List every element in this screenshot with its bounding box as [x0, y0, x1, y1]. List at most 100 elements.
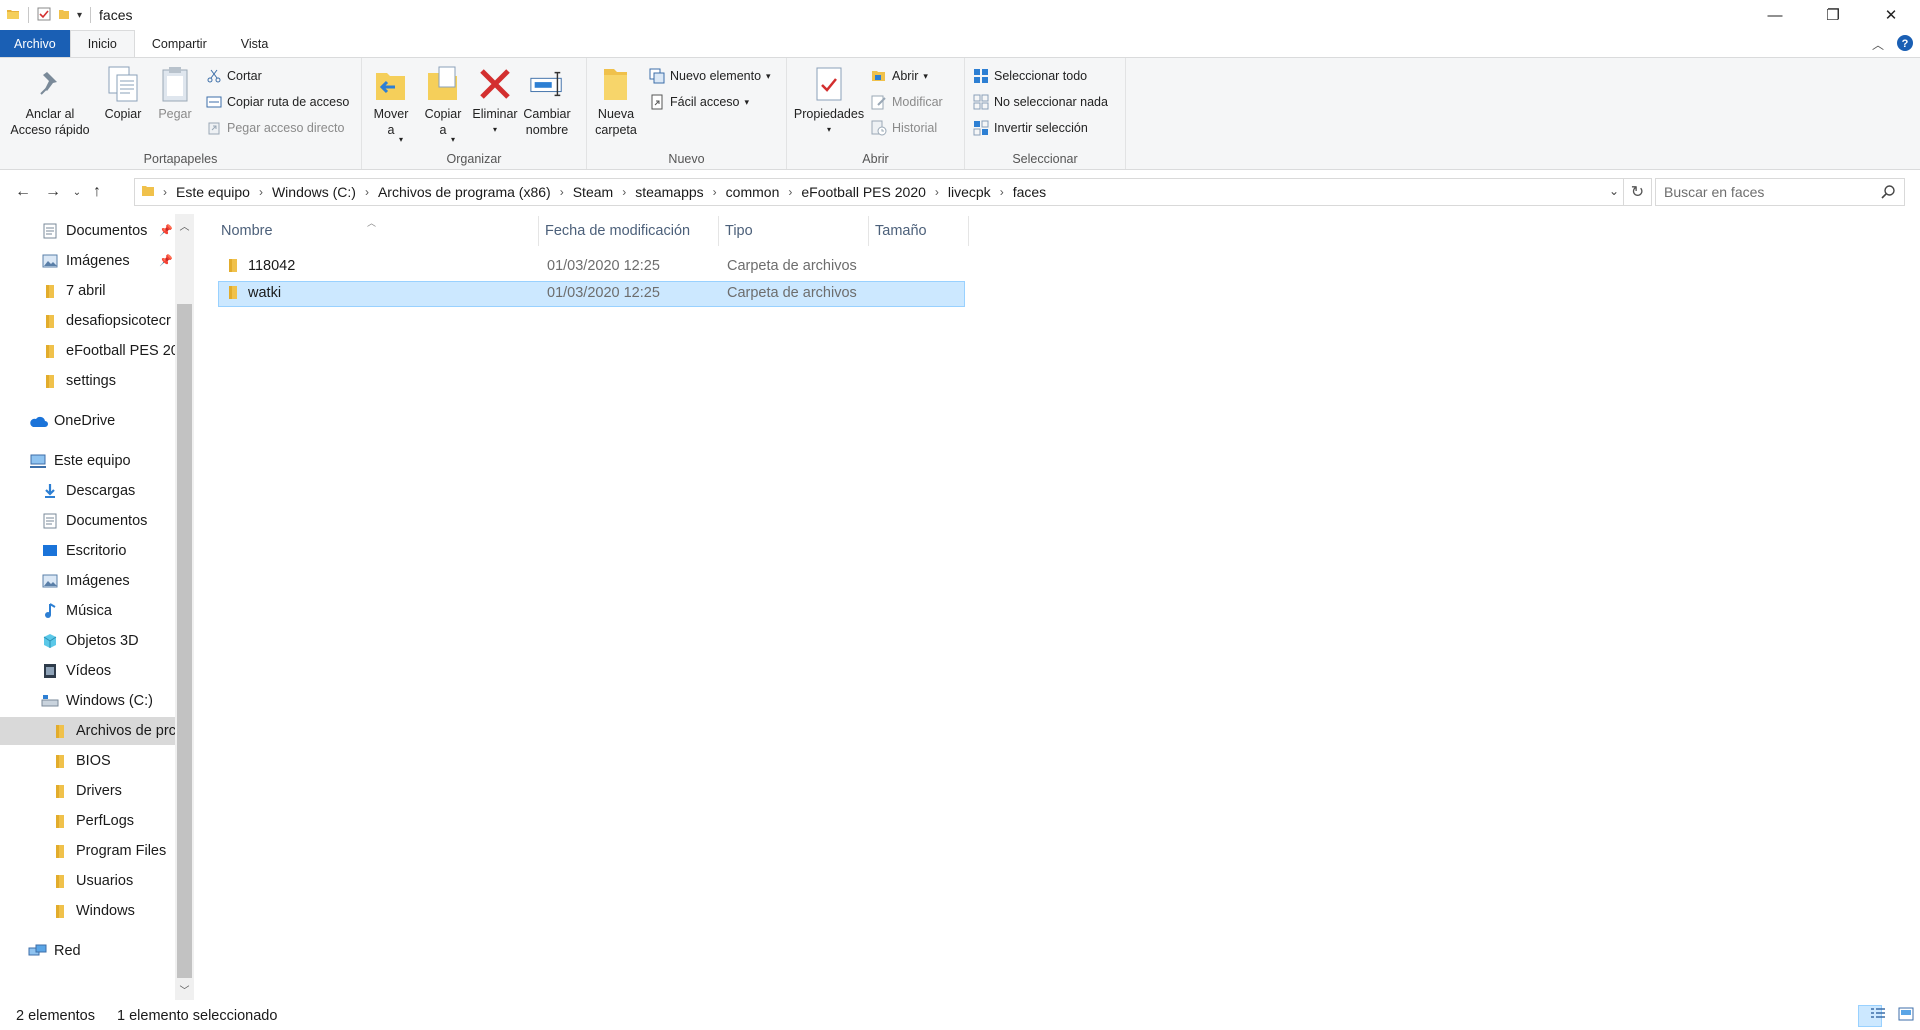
search-icon[interactable]: [1880, 184, 1896, 203]
tab-archivo[interactable]: Archivo: [0, 30, 70, 57]
tab-inicio[interactable]: Inicio: [69, 30, 135, 57]
refresh-button[interactable]: ↻: [1624, 178, 1652, 206]
nav-item-imagenes[interactable]: Imágenes: [0, 567, 175, 595]
nav-item-imagenes-quick[interactable]: Imágenes 📌: [0, 247, 175, 275]
pin-icon[interactable]: 📌: [159, 224, 173, 237]
new-item-icon: [649, 68, 665, 84]
nav-item-escritorio[interactable]: Escritorio: [0, 537, 175, 565]
nav-item-documentos[interactable]: Documentos: [0, 507, 175, 535]
open-label: Abrir: [892, 69, 919, 83]
select-none-button[interactable]: No seleccionar nada: [973, 91, 1108, 113]
up-button[interactable]: ↑: [86, 177, 108, 207]
copy-path-button[interactable]: Copiar ruta de acceso: [206, 91, 349, 113]
nav-item-bios[interactable]: BIOS: [0, 747, 175, 775]
table-row[interactable]: 118042 01/03/2020 12:25 Carpeta de archi…: [218, 254, 965, 280]
cut-button[interactable]: Cortar: [206, 65, 349, 87]
nav-item-usuarios[interactable]: Usuarios: [0, 867, 175, 895]
breadcrumb-este-equipo[interactable]: Este equipo: [171, 184, 255, 200]
close-button[interactable]: ✕: [1862, 0, 1920, 30]
new-item-button[interactable]: Nuevo elemento ▾: [649, 65, 771, 87]
scrollbar-thumb[interactable]: [177, 304, 192, 978]
breadcrumb-common[interactable]: common: [721, 184, 785, 200]
copy-folder-icon: [425, 64, 461, 104]
properties-quick-icon[interactable]: [37, 7, 51, 24]
history-button[interactable]: Historial: [871, 117, 943, 139]
nav-item-7-abril[interactable]: 7 abril: [0, 277, 175, 305]
breadcrumb-steamapps[interactable]: steamapps: [630, 184, 708, 200]
nav-item-archivos-de-programa[interactable]: Archivos de prc: [0, 717, 175, 745]
crumb-separator-icon[interactable]: ›: [784, 185, 796, 199]
minimize-button[interactable]: —: [1746, 0, 1804, 30]
pin-icon[interactable]: 📌: [159, 254, 173, 267]
paste-shortcut-button[interactable]: Pegar acceso directo: [206, 117, 349, 139]
column-header-nombre[interactable]: ︿ Nombre: [215, 216, 539, 246]
edit-button[interactable]: Modificar: [871, 91, 943, 113]
customize-qat-chevron-icon[interactable]: ▾: [77, 10, 82, 21]
rename-icon: [529, 64, 565, 104]
recent-locations-button[interactable]: ⌄: [68, 177, 86, 207]
breadcrumb-windows-c[interactable]: Windows (C:): [267, 184, 361, 200]
nav-item-musica[interactable]: Música: [0, 597, 175, 625]
nav-item-windows[interactable]: Windows: [0, 897, 175, 925]
nav-item-red[interactable]: Red: [0, 937, 175, 965]
forward-button[interactable]: →: [38, 177, 68, 207]
breadcrumb-steam[interactable]: Steam: [568, 184, 618, 200]
nav-label: Windows: [76, 903, 135, 919]
crumb-separator-icon[interactable]: ›: [996, 185, 1008, 199]
nav-item-program-files[interactable]: Program Files: [0, 837, 175, 865]
open-button[interactable]: Abrir ▾: [871, 65, 943, 87]
nav-label: OneDrive: [54, 413, 116, 429]
easy-access-button[interactable]: Fácil acceso ▾: [649, 91, 771, 113]
address-dropdown-chevron-icon[interactable]: ⌄: [1609, 184, 1619, 198]
scroll-down-icon[interactable]: ﹀: [175, 980, 194, 998]
nav-item-videos[interactable]: Vídeos: [0, 657, 175, 685]
nav-item-este-equipo[interactable]: Este equipo: [0, 447, 175, 475]
crumb-separator-icon[interactable]: ›: [709, 185, 721, 199]
maximize-button[interactable]: ❐: [1804, 0, 1862, 30]
nav-item-onedrive[interactable]: OneDrive: [0, 407, 175, 435]
column-header-tamano[interactable]: Tamaño: [869, 216, 969, 246]
pin-icon: [32, 64, 68, 104]
large-icons-view-button[interactable]: [1886, 1005, 1914, 1027]
nav-item-descargas[interactable]: Descargas: [0, 477, 175, 505]
address-bar[interactable]: › Este equipo › Windows (C:) › Archivos …: [134, 178, 1624, 206]
select-all-button[interactable]: Seleccionar todo: [973, 65, 1108, 87]
breadcrumb-faces[interactable]: faces: [1008, 184, 1051, 200]
breadcrumb-livecpk[interactable]: livecpk: [943, 184, 996, 200]
breadcrumb-efootball-pes-2020[interactable]: eFootball PES 2020: [796, 184, 931, 200]
chevron-down-icon: ▾: [766, 70, 771, 81]
details-view-button[interactable]: [1858, 1005, 1885, 1027]
crumb-separator-icon[interactable]: ›: [618, 185, 630, 199]
search-box[interactable]: [1655, 178, 1905, 206]
navigation-scrollbar[interactable]: ︿ ﹀: [175, 214, 194, 1000]
nav-item-documentos-quick[interactable]: Documentos 📌: [0, 217, 175, 245]
table-row[interactable]: watki 01/03/2020 12:25 Carpeta de archiv…: [218, 281, 965, 307]
crumb-separator-icon[interactable]: ›: [255, 185, 267, 199]
breadcrumb-archivos-programa-x86[interactable]: Archivos de programa (x86): [373, 184, 556, 200]
nav-item-objetos-3d[interactable]: Objetos 3D: [0, 627, 175, 655]
collapse-ribbon-chevron-icon[interactable]: ︿: [1872, 36, 1884, 53]
back-button[interactable]: ←: [8, 177, 38, 207]
cloud-icon: [28, 412, 48, 430]
nav-item-efootball-pes[interactable]: eFootball PES 20: [0, 337, 175, 365]
column-header-tipo[interactable]: Tipo: [719, 216, 869, 246]
tab-compartir[interactable]: Compartir: [135, 30, 224, 57]
nav-item-settings[interactable]: settings: [0, 367, 175, 395]
nav-label: Imágenes: [66, 253, 130, 269]
help-icon[interactable]: ?: [1896, 34, 1914, 55]
scroll-up-icon[interactable]: ︿: [175, 216, 194, 234]
crumb-separator-icon[interactable]: ›: [556, 185, 568, 199]
nav-item-desafiopsicotecr[interactable]: desafiopsicotecr: [0, 307, 175, 335]
nav-item-perflogs[interactable]: PerfLogs: [0, 807, 175, 835]
crumb-separator-icon[interactable]: ›: [361, 185, 373, 199]
ribbon-controls: ︿ ?: [1872, 34, 1914, 55]
search-input[interactable]: [1664, 184, 1864, 200]
divider: [28, 7, 29, 23]
nav-item-drivers[interactable]: Drivers: [0, 777, 175, 805]
invert-selection-button[interactable]: Invertir selección: [973, 117, 1108, 139]
crumb-separator-icon[interactable]: ›: [931, 185, 943, 199]
nav-item-windows-c[interactable]: Windows (C:): [0, 687, 175, 715]
tab-vista[interactable]: Vista: [224, 30, 286, 57]
new-folder-quick-icon[interactable]: [57, 7, 71, 24]
column-header-fecha[interactable]: Fecha de modificación: [539, 216, 719, 246]
